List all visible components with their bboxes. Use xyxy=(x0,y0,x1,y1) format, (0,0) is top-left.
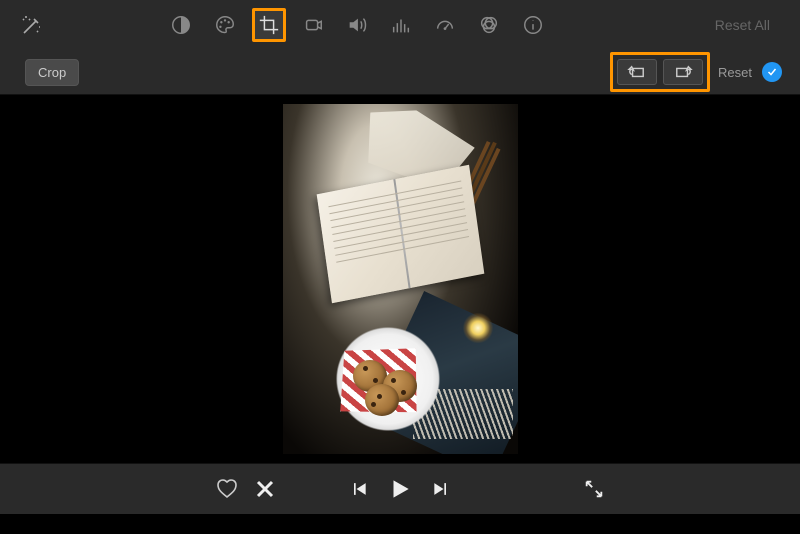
playback-bar xyxy=(0,464,800,514)
speed-button[interactable] xyxy=(428,8,462,42)
color-filter-button[interactable] xyxy=(472,8,506,42)
color-balance-button[interactable] xyxy=(164,8,198,42)
volume-button[interactable] xyxy=(340,8,374,42)
rotate-controls: Reset xyxy=(610,52,752,92)
play-button[interactable] xyxy=(387,476,413,502)
reset-button[interactable]: Reset xyxy=(718,65,752,80)
crop-subbar: Crop Reset xyxy=(0,50,800,94)
next-button[interactable] xyxy=(431,479,451,499)
tool-icon-row xyxy=(164,8,550,42)
reject-button[interactable] xyxy=(253,477,277,501)
fullscreen-button[interactable] xyxy=(583,478,605,500)
crop-mode-button[interactable]: Crop xyxy=(25,59,79,86)
video-frame xyxy=(283,104,518,454)
info-button[interactable] xyxy=(516,8,550,42)
color-palette-button[interactable] xyxy=(208,8,242,42)
previous-button[interactable] xyxy=(349,479,369,499)
equalizer-button[interactable] xyxy=(384,8,418,42)
rotate-buttons-highlight xyxy=(610,52,710,92)
favorite-button[interactable] xyxy=(215,477,239,501)
stabilization-button[interactable] xyxy=(296,8,330,42)
video-preview[interactable] xyxy=(0,94,800,464)
top-toolbar: Reset All xyxy=(0,0,800,50)
magic-wand-button[interactable] xyxy=(20,13,44,37)
rotate-cw-button[interactable] xyxy=(663,59,703,85)
rotate-ccw-button[interactable] xyxy=(617,59,657,85)
crop-tool-button[interactable] xyxy=(252,8,286,42)
bottom-strip xyxy=(0,514,800,534)
reset-all-button[interactable]: Reset All xyxy=(715,17,770,33)
apply-button[interactable] xyxy=(762,62,782,82)
